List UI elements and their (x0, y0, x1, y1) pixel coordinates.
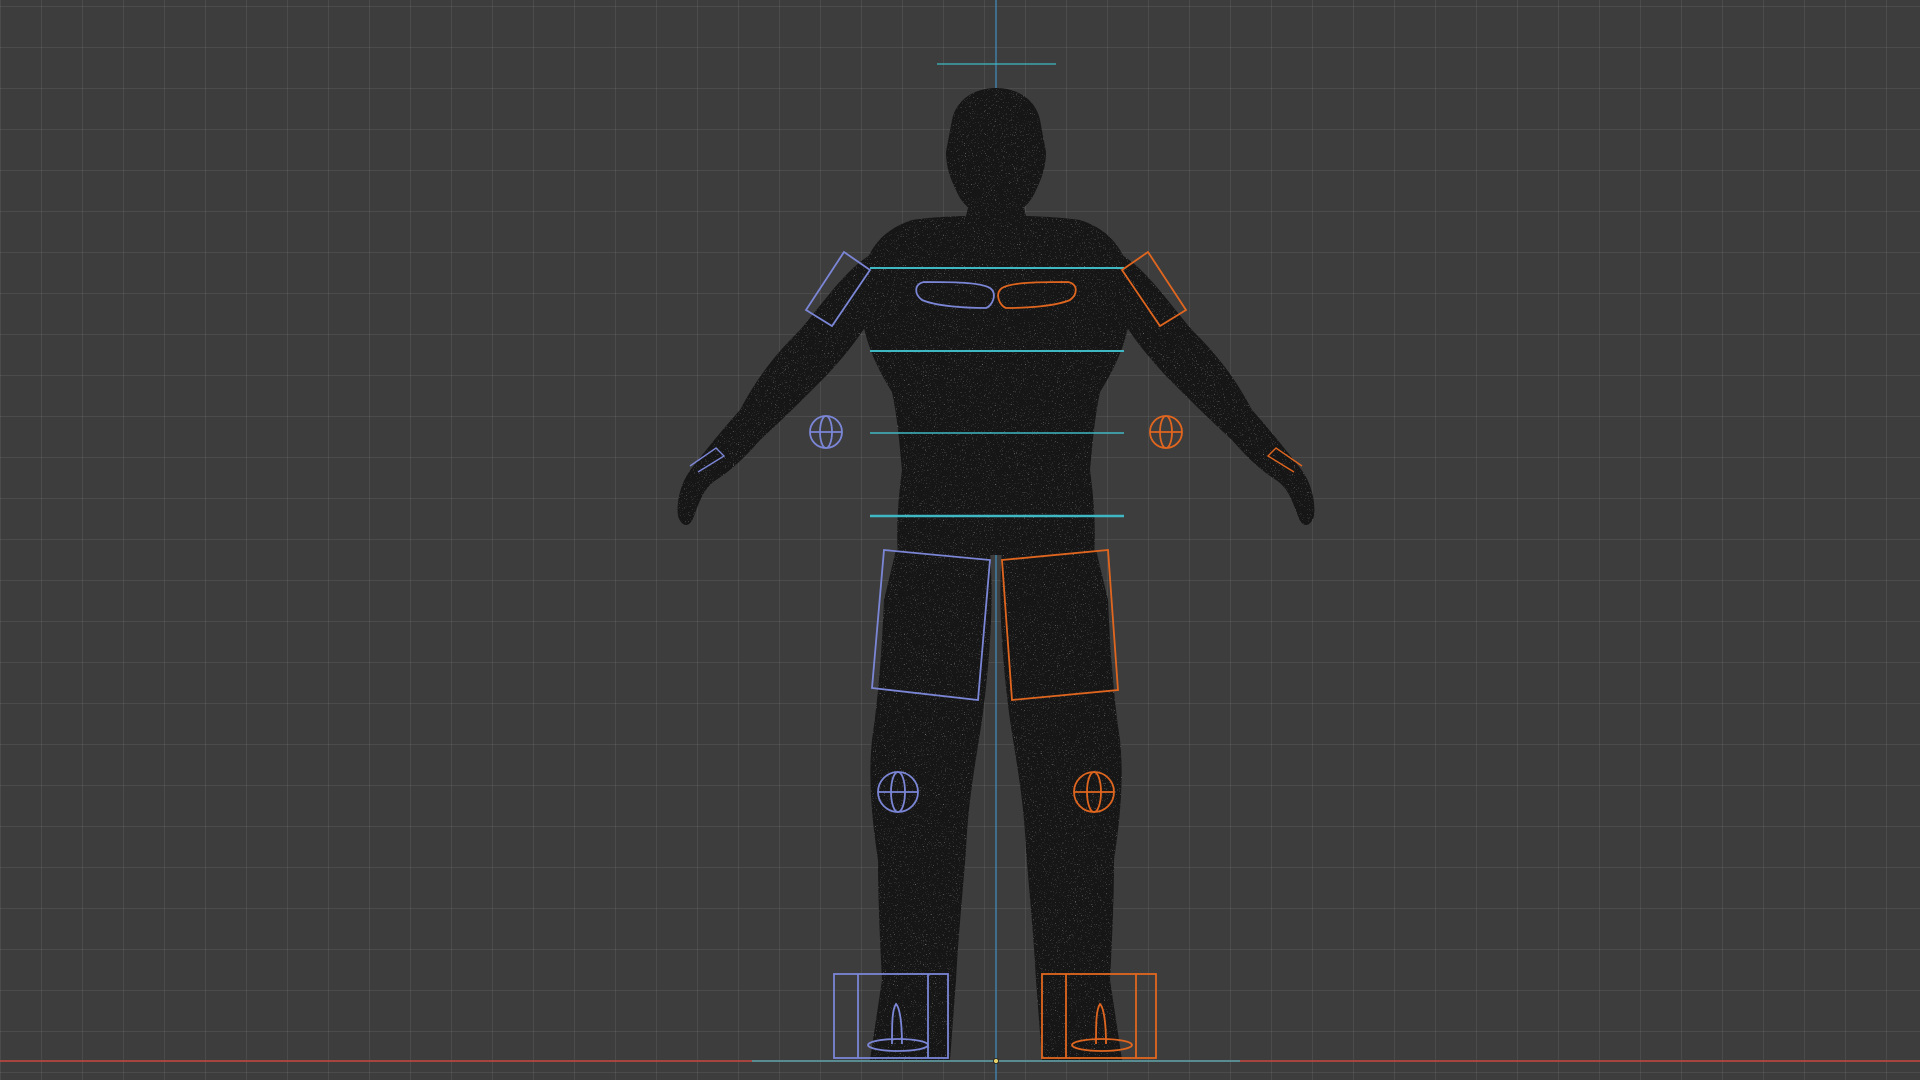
character-torso (860, 215, 1132, 555)
character-right-leg (1000, 550, 1122, 1060)
character-right-arm (1112, 250, 1315, 525)
origin-point-icon (993, 1058, 999, 1064)
right-elbow-pole-control[interactable] (1149, 415, 1183, 449)
character-left-leg (870, 550, 992, 1060)
viewport-scene[interactable] (0, 0, 1920, 1080)
left-elbow-pole-control[interactable] (809, 415, 843, 449)
3d-viewport[interactable] (0, 0, 1920, 1080)
character-head (946, 88, 1046, 218)
character-left-arm (677, 250, 880, 525)
